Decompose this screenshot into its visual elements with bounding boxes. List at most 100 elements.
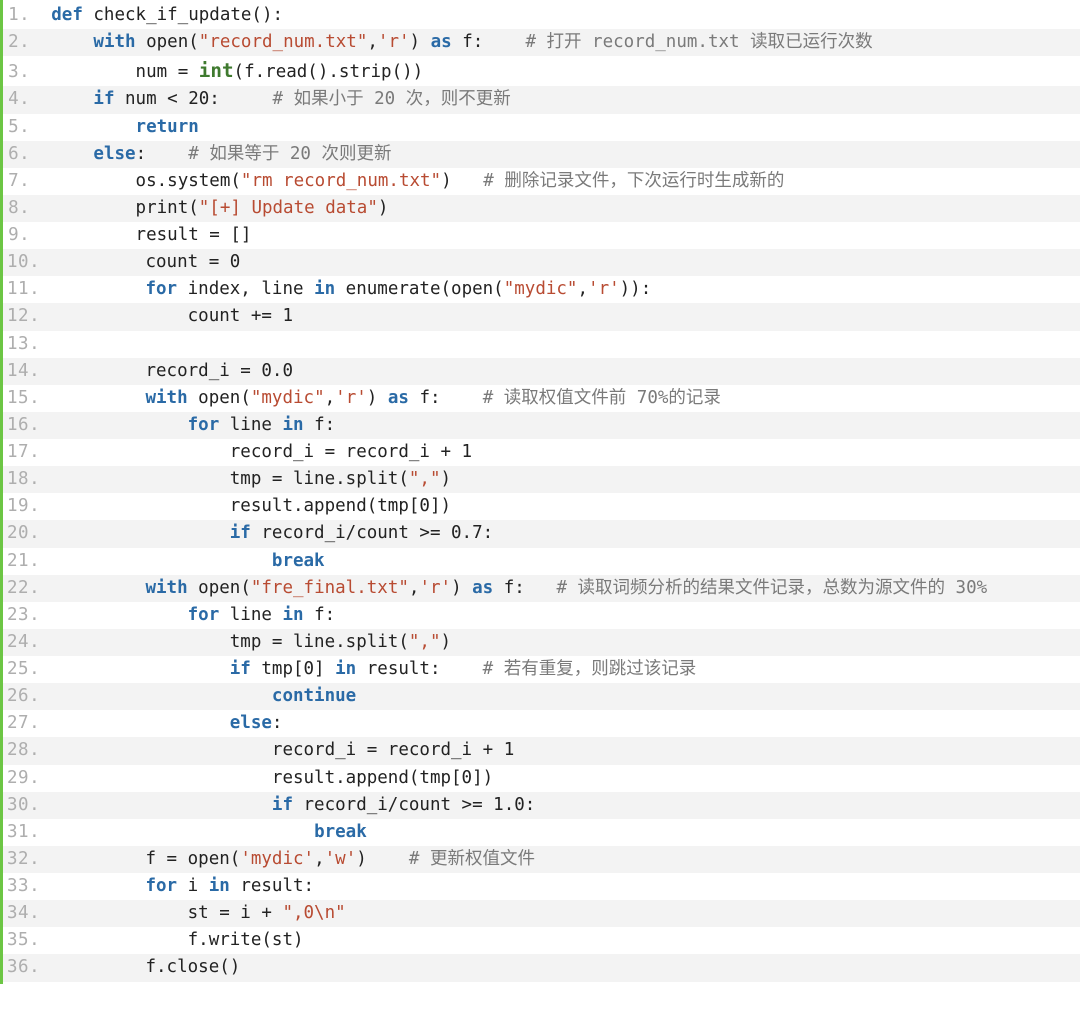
code-token-cmt: # 打开 record_num.txt 读取已运行次数 bbox=[525, 32, 872, 52]
line-number: 31. bbox=[7, 819, 40, 846]
code-line: 24. tmp = line.split(",") bbox=[3, 629, 1080, 656]
code-token-p: f: bbox=[304, 605, 336, 625]
code-token-p: f: bbox=[452, 32, 526, 52]
code-line: 9. result = [] bbox=[3, 222, 1080, 249]
code-token-kw: def bbox=[51, 5, 83, 25]
line-number: 16. bbox=[7, 412, 40, 439]
code-token-kw: else bbox=[230, 713, 272, 733]
line-number: 17. bbox=[7, 439, 40, 466]
code-token-p: line bbox=[219, 415, 282, 435]
code-token-p: record_i = 0.0 bbox=[145, 361, 293, 381]
code-token-p: index, line bbox=[177, 279, 314, 299]
line-number: 8. bbox=[7, 195, 30, 222]
code-line: 14. record_i = 0.0 bbox=[3, 358, 1080, 385]
code-token-kw: as bbox=[472, 578, 493, 598]
code-line: 11. for index, line in enumerate(open("m… bbox=[3, 276, 1080, 303]
code-token-p: f.close() bbox=[145, 957, 240, 977]
line-number: 24. bbox=[7, 629, 40, 656]
code-line: 3. num = int(f.read().strip()) bbox=[3, 56, 1080, 86]
line-number: 33. bbox=[7, 873, 40, 900]
code-token-p: f.write(st) bbox=[188, 930, 304, 950]
line-number: 28. bbox=[7, 737, 40, 764]
code-token-kw: break bbox=[272, 551, 325, 571]
line-number: 23. bbox=[7, 602, 40, 629]
code-line: 2. with open("record_num.txt",'r') as f:… bbox=[3, 29, 1080, 56]
code-token-kw: break bbox=[314, 822, 367, 842]
code-token-kw: with bbox=[93, 32, 135, 52]
code-line: 33. for i in result: bbox=[3, 873, 1080, 900]
code-token-kw: if bbox=[272, 795, 293, 815]
code-token-p: line bbox=[219, 605, 282, 625]
code-token-p: count = 0 bbox=[145, 252, 240, 272]
line-number: 12. bbox=[7, 303, 40, 330]
code-token-cmt: # 如果等于 20 次则更新 bbox=[188, 144, 391, 164]
code-token-p: num < 20: bbox=[114, 89, 272, 109]
code-line: 29. result.append(tmp[0]) bbox=[3, 765, 1080, 792]
line-number: 35. bbox=[7, 927, 40, 954]
code-token-kw: in bbox=[282, 605, 303, 625]
line-number: 3. bbox=[7, 59, 30, 86]
code-line: 34. st = i + ",0\n" bbox=[3, 900, 1080, 927]
code-token-str: "rm record_num.txt" bbox=[241, 171, 441, 191]
code-line: 7. os.system("rm record_num.txt") # 删除记录… bbox=[3, 168, 1080, 195]
line-number: 18. bbox=[7, 466, 40, 493]
code-token-p: check_if_update(): bbox=[83, 5, 283, 25]
code-token-kw: as bbox=[431, 32, 452, 52]
code-token-p: , bbox=[577, 279, 588, 299]
code-token-p: : bbox=[136, 144, 189, 164]
line-number: 34. bbox=[7, 900, 40, 927]
code-token-p: tmp = line.split( bbox=[230, 469, 409, 489]
code-token-p: count += 1 bbox=[188, 306, 293, 326]
code-token-str: "fre_final.txt" bbox=[251, 578, 409, 598]
code-token-p: f: bbox=[304, 415, 336, 435]
code-token-kw: for bbox=[188, 415, 220, 435]
code-token-kw: for bbox=[145, 876, 177, 896]
code-line: 1. def check_if_update(): bbox=[3, 2, 1080, 29]
code-token-p: (f.read().strip()) bbox=[234, 62, 424, 82]
code-token-kw: if bbox=[93, 89, 114, 109]
code-token-p: record_i = record_i + 1 bbox=[230, 442, 472, 462]
code-block: 1. def check_if_update():2. with open("r… bbox=[0, 0, 1080, 984]
code-token-p: ) bbox=[378, 198, 389, 218]
code-line: 26. continue bbox=[3, 683, 1080, 710]
code-token-kw: in bbox=[314, 279, 335, 299]
line-number: 29. bbox=[7, 765, 40, 792]
code-line: 20. if record_i/count >= 0.7: bbox=[3, 520, 1080, 547]
code-token-str: 'r' bbox=[335, 388, 367, 408]
code-token-bint: int bbox=[199, 59, 234, 82]
code-line: 21. break bbox=[3, 548, 1080, 575]
code-token-p: ) bbox=[367, 388, 388, 408]
code-line: 31. break bbox=[3, 819, 1080, 846]
code-line: 5. return bbox=[3, 114, 1080, 141]
line-number: 32. bbox=[7, 846, 40, 873]
code-token-kw: in bbox=[335, 659, 356, 679]
code-token-p: record_i = record_i + 1 bbox=[272, 740, 514, 760]
code-token-p: print( bbox=[136, 198, 199, 218]
code-line: 19. result.append(tmp[0]) bbox=[3, 493, 1080, 520]
code-token-cmt: # 删除记录文件，下次运行时生成新的 bbox=[483, 171, 784, 191]
code-token-p bbox=[61, 334, 72, 354]
code-token-p: result.append(tmp[0]) bbox=[230, 496, 451, 516]
line-number: 1. bbox=[7, 2, 30, 29]
code-line: 17. record_i = record_i + 1 bbox=[3, 439, 1080, 466]
code-token-kw: return bbox=[136, 117, 199, 137]
code-token-kw: else bbox=[93, 144, 135, 164]
code-token-cmt: # 读取词频分析的结果文件记录，总数为源文件的 30% bbox=[556, 578, 987, 598]
code-line: 6. else: # 如果等于 20 次则更新 bbox=[3, 141, 1080, 168]
code-token-p: enumerate(open( bbox=[335, 279, 504, 299]
code-token-str: 'w' bbox=[325, 849, 357, 869]
code-token-p: ) bbox=[441, 632, 452, 652]
code-token-kw: if bbox=[230, 523, 251, 543]
code-line: 23. for line in f: bbox=[3, 602, 1080, 629]
line-number: 26. bbox=[7, 683, 40, 710]
code-line: 36. f.close() bbox=[3, 954, 1080, 981]
code-line: 30. if record_i/count >= 1.0: bbox=[3, 792, 1080, 819]
code-token-kw: with bbox=[145, 578, 187, 598]
code-token-kw: with bbox=[145, 388, 187, 408]
code-token-str: "[+] Update data" bbox=[199, 198, 378, 218]
code-token-p: : bbox=[272, 713, 283, 733]
code-token-p: , bbox=[314, 849, 325, 869]
code-line: 28. record_i = record_i + 1 bbox=[3, 737, 1080, 764]
code-token-p: f: bbox=[493, 578, 556, 598]
code-token-p: f: bbox=[409, 388, 483, 408]
